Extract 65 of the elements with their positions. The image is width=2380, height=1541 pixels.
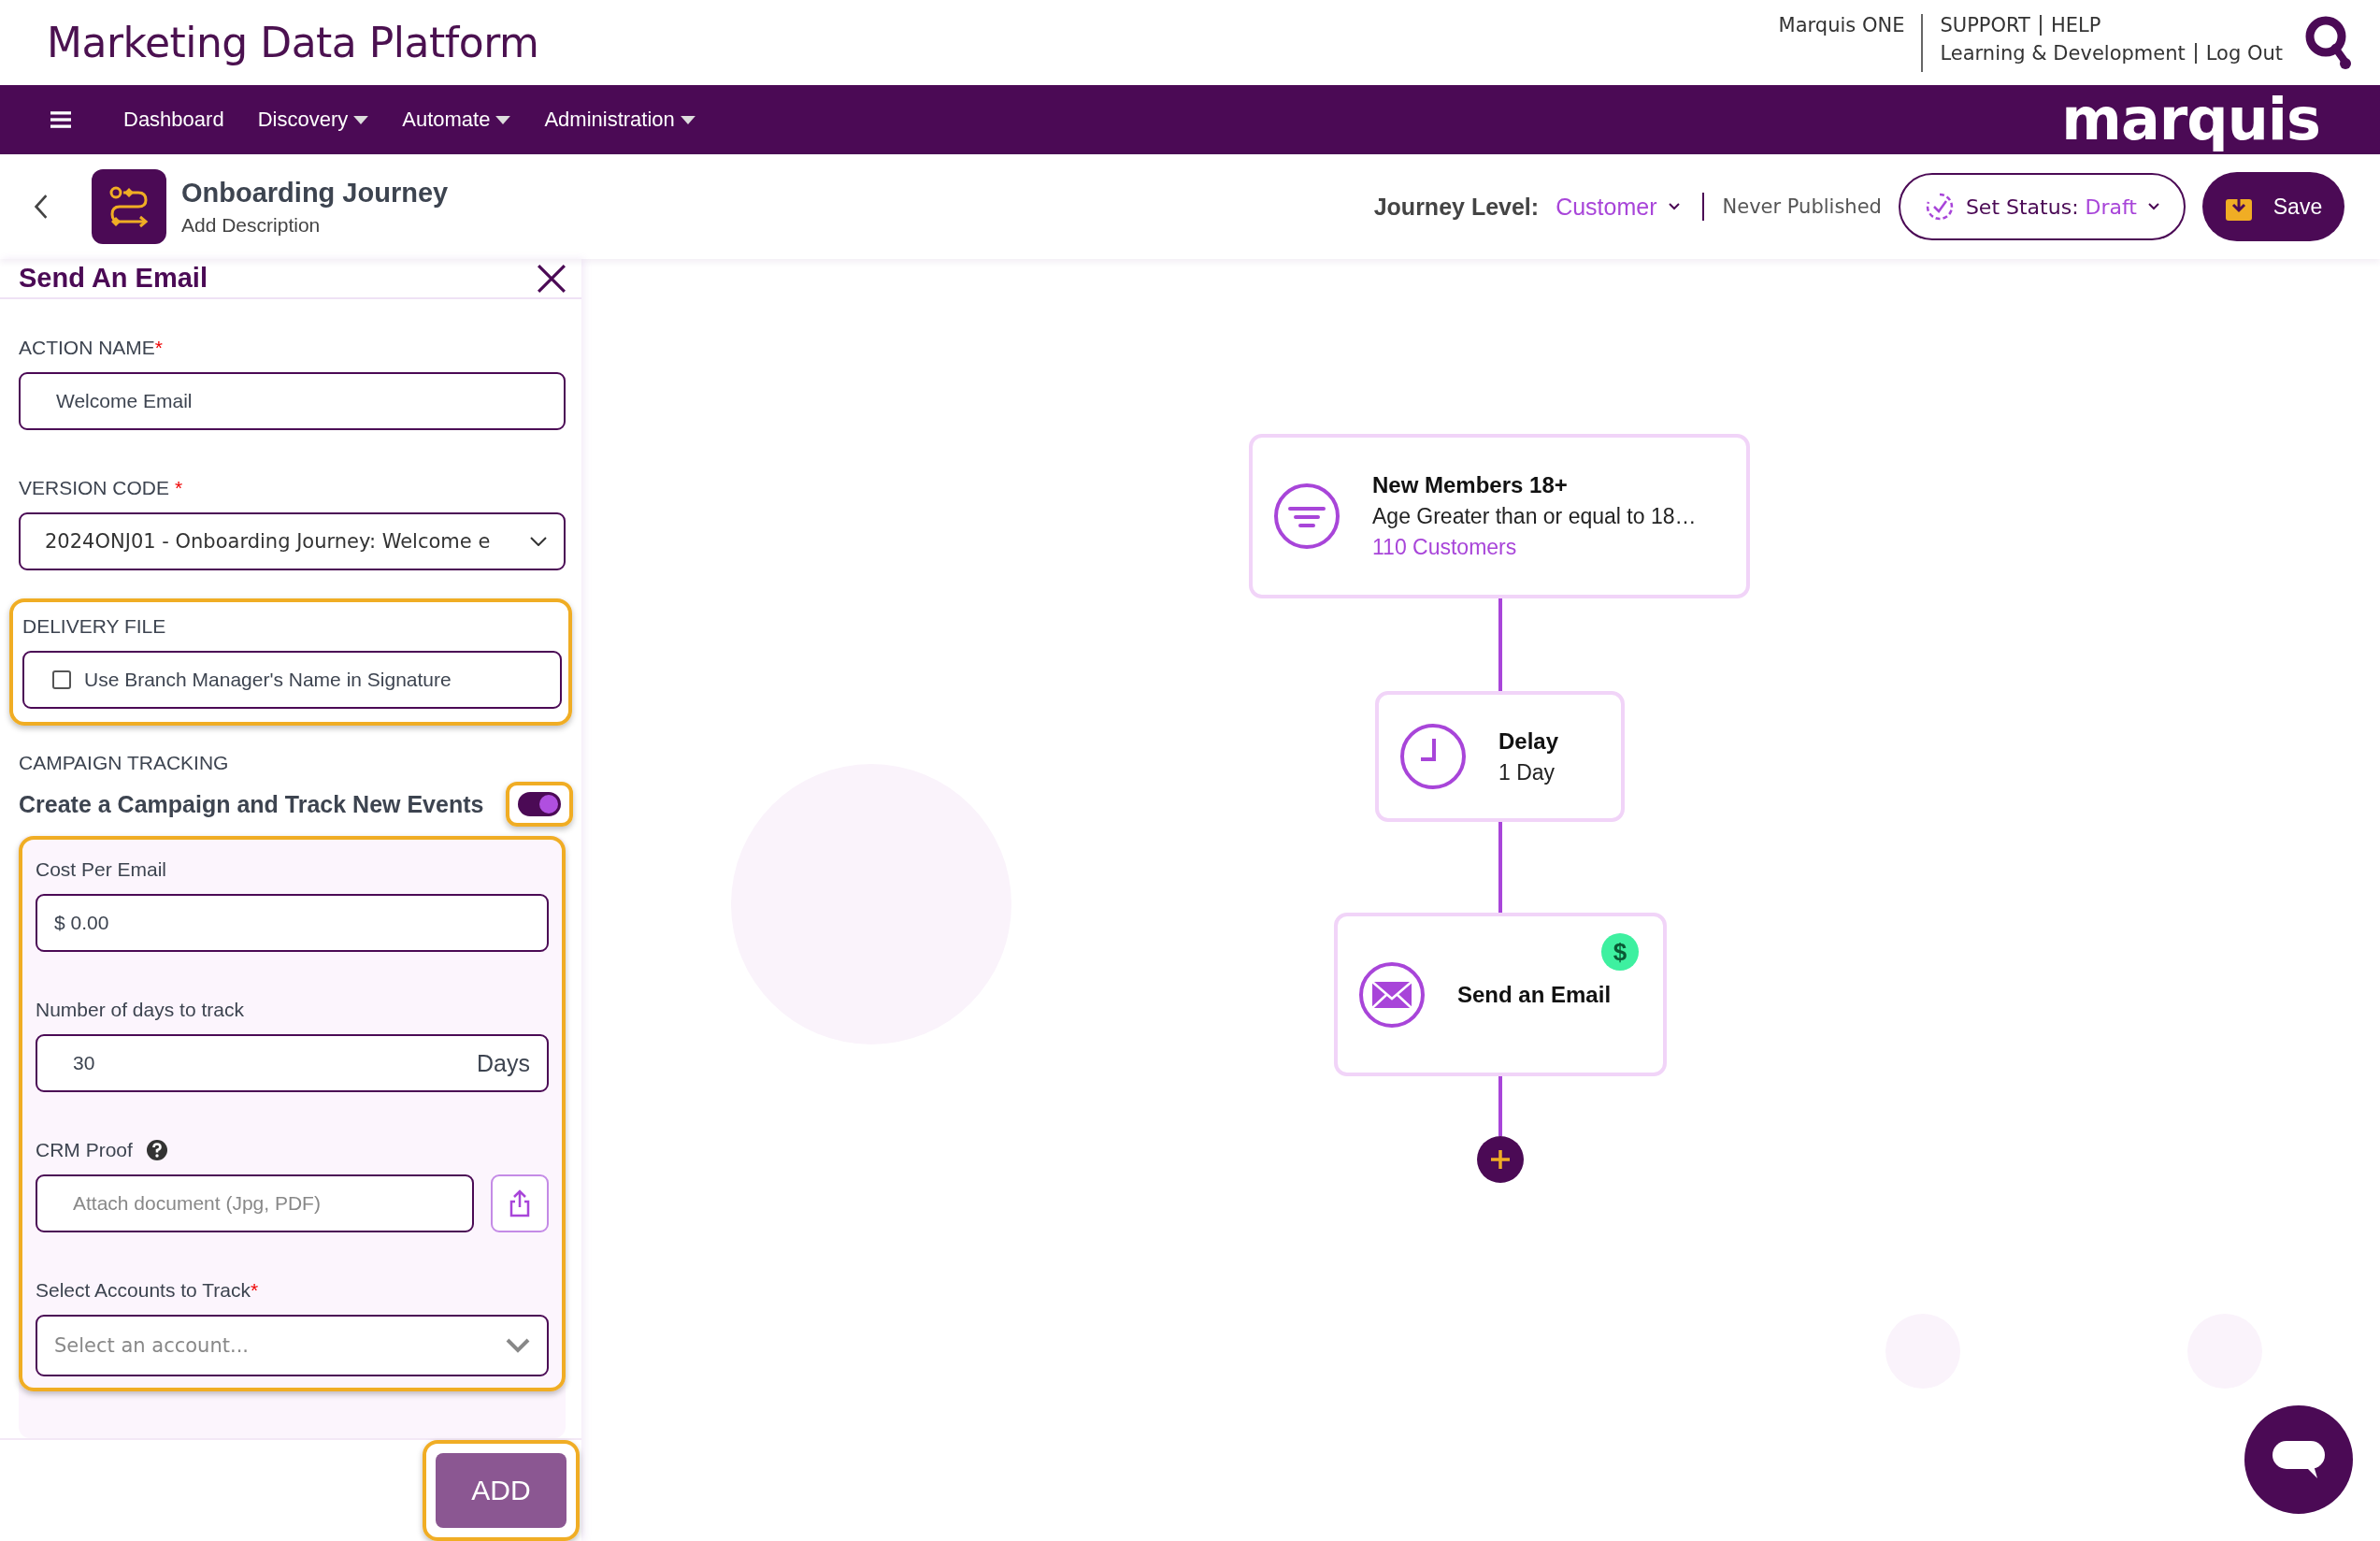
journey-level-label: Journey Level: — [1373, 193, 1540, 221]
app-title: Marketing Data Platform — [47, 19, 539, 66]
journey-node[interactable]: Send an Email $ — [1334, 913, 1667, 1076]
field-label: VERSION CODE * — [19, 477, 184, 499]
node-title: Delay — [1498, 727, 1559, 755]
nav-menu-item[interactable]: Automate — [402, 108, 511, 132]
support-link[interactable]: SUPPORT — [1940, 13, 2030, 36]
chevron-icon — [506, 1338, 530, 1353]
status-check-icon — [1924, 192, 1955, 222]
attach-document-field[interactable]: Attach document (Jpg, PDF) — [36, 1174, 474, 1232]
save-button[interactable]: Save — [2202, 172, 2344, 241]
cost-badge: $ — [1601, 933, 1639, 971]
cost-field[interactable]: $ 0.00 — [36, 894, 549, 952]
filter-icon — [1273, 482, 1341, 550]
node-detail: Age Greater than or equal to 18… — [1372, 504, 1697, 529]
node-detail: 1 Day — [1498, 759, 1556, 785]
panel-title: Send An Email — [19, 263, 208, 294]
chevron-icon — [1668, 203, 1680, 210]
close-icon[interactable] — [537, 263, 566, 294]
logout-link[interactable]: Log Out — [2205, 41, 2283, 65]
chat-icon — [2271, 1439, 2327, 1480]
chevron-icon — [2148, 203, 2159, 210]
help-link[interactable]: HELP — [2050, 13, 2101, 36]
help-icon[interactable] — [145, 1139, 168, 1161]
add-description-link[interactable]: Add Description — [181, 213, 449, 237]
node-title: Send an Email — [1457, 981, 1612, 1008]
chevron-icon — [530, 537, 547, 546]
field-label: ACTION NAME* — [19, 337, 165, 359]
journey-app-icon — [92, 169, 166, 244]
learning-link[interactable]: Learning & Development — [1940, 41, 2186, 65]
field-label: DELIVERY FILE — [22, 615, 167, 638]
journey-title: Onboarding Journey — [181, 177, 449, 209]
nav-menu-item[interactable]: Dashboard — [123, 108, 224, 132]
publish-status: Never Published — [1722, 195, 1882, 218]
journey-level-dropdown[interactable]: Customer — [1556, 193, 1680, 221]
accounts-dropdown[interactable]: Select an account... — [36, 1315, 549, 1376]
field-label: Cost Per Email — [36, 858, 168, 881]
plus-icon — [1489, 1148, 1512, 1171]
nav-menu-item[interactable]: Administration — [544, 108, 695, 132]
checkbox[interactable] — [52, 670, 71, 689]
toggle-label: Create a Campaign and Track New Events — [19, 790, 484, 818]
journey-node[interactable]: New Members 18+ Age Greater than or equal to 18… 110 Customers — [1249, 434, 1750, 598]
set-status-button[interactable]: Set Status: Draft — [1898, 173, 2186, 240]
node-title: New Members 18+ — [1372, 472, 1569, 498]
field-label: CAMPAIGN TRACKING — [19, 752, 230, 774]
action-name-field[interactable]: Welcome Email — [19, 372, 566, 430]
marquis-one-link[interactable]: Marquis ONE — [1778, 13, 1905, 36]
upload-button[interactable] — [491, 1174, 549, 1232]
nav-menu-item[interactable]: Discovery — [257, 108, 369, 132]
days-field[interactable]: 30 Days — [36, 1034, 549, 1092]
menu-icon[interactable] — [50, 111, 71, 128]
version-code-dropdown[interactable]: 2024ONJ01 - Onboarding Journey: Welcome e — [19, 512, 566, 570]
back-icon[interactable] — [34, 194, 49, 220]
field-label: CRM Proof — [36, 1139, 133, 1161]
envelope-icon — [1358, 960, 1426, 1029]
field-label: Select Accounts to Track* — [36, 1279, 260, 1302]
add-button[interactable]: ADD — [436, 1453, 566, 1528]
tracking-toggle[interactable] — [518, 792, 561, 816]
add-step-button[interactable] — [1477, 1136, 1524, 1183]
field-label: Number of days to track — [36, 999, 245, 1021]
clock-icon — [1399, 723, 1467, 790]
signature-checkbox-row[interactable]: Use Branch Manager's Name in Signature — [22, 651, 562, 709]
journey-node[interactable]: Delay 1 Day — [1375, 691, 1625, 822]
upload-icon — [509, 1189, 531, 1217]
customer-count-link[interactable]: 110 Customers — [1372, 535, 1697, 560]
